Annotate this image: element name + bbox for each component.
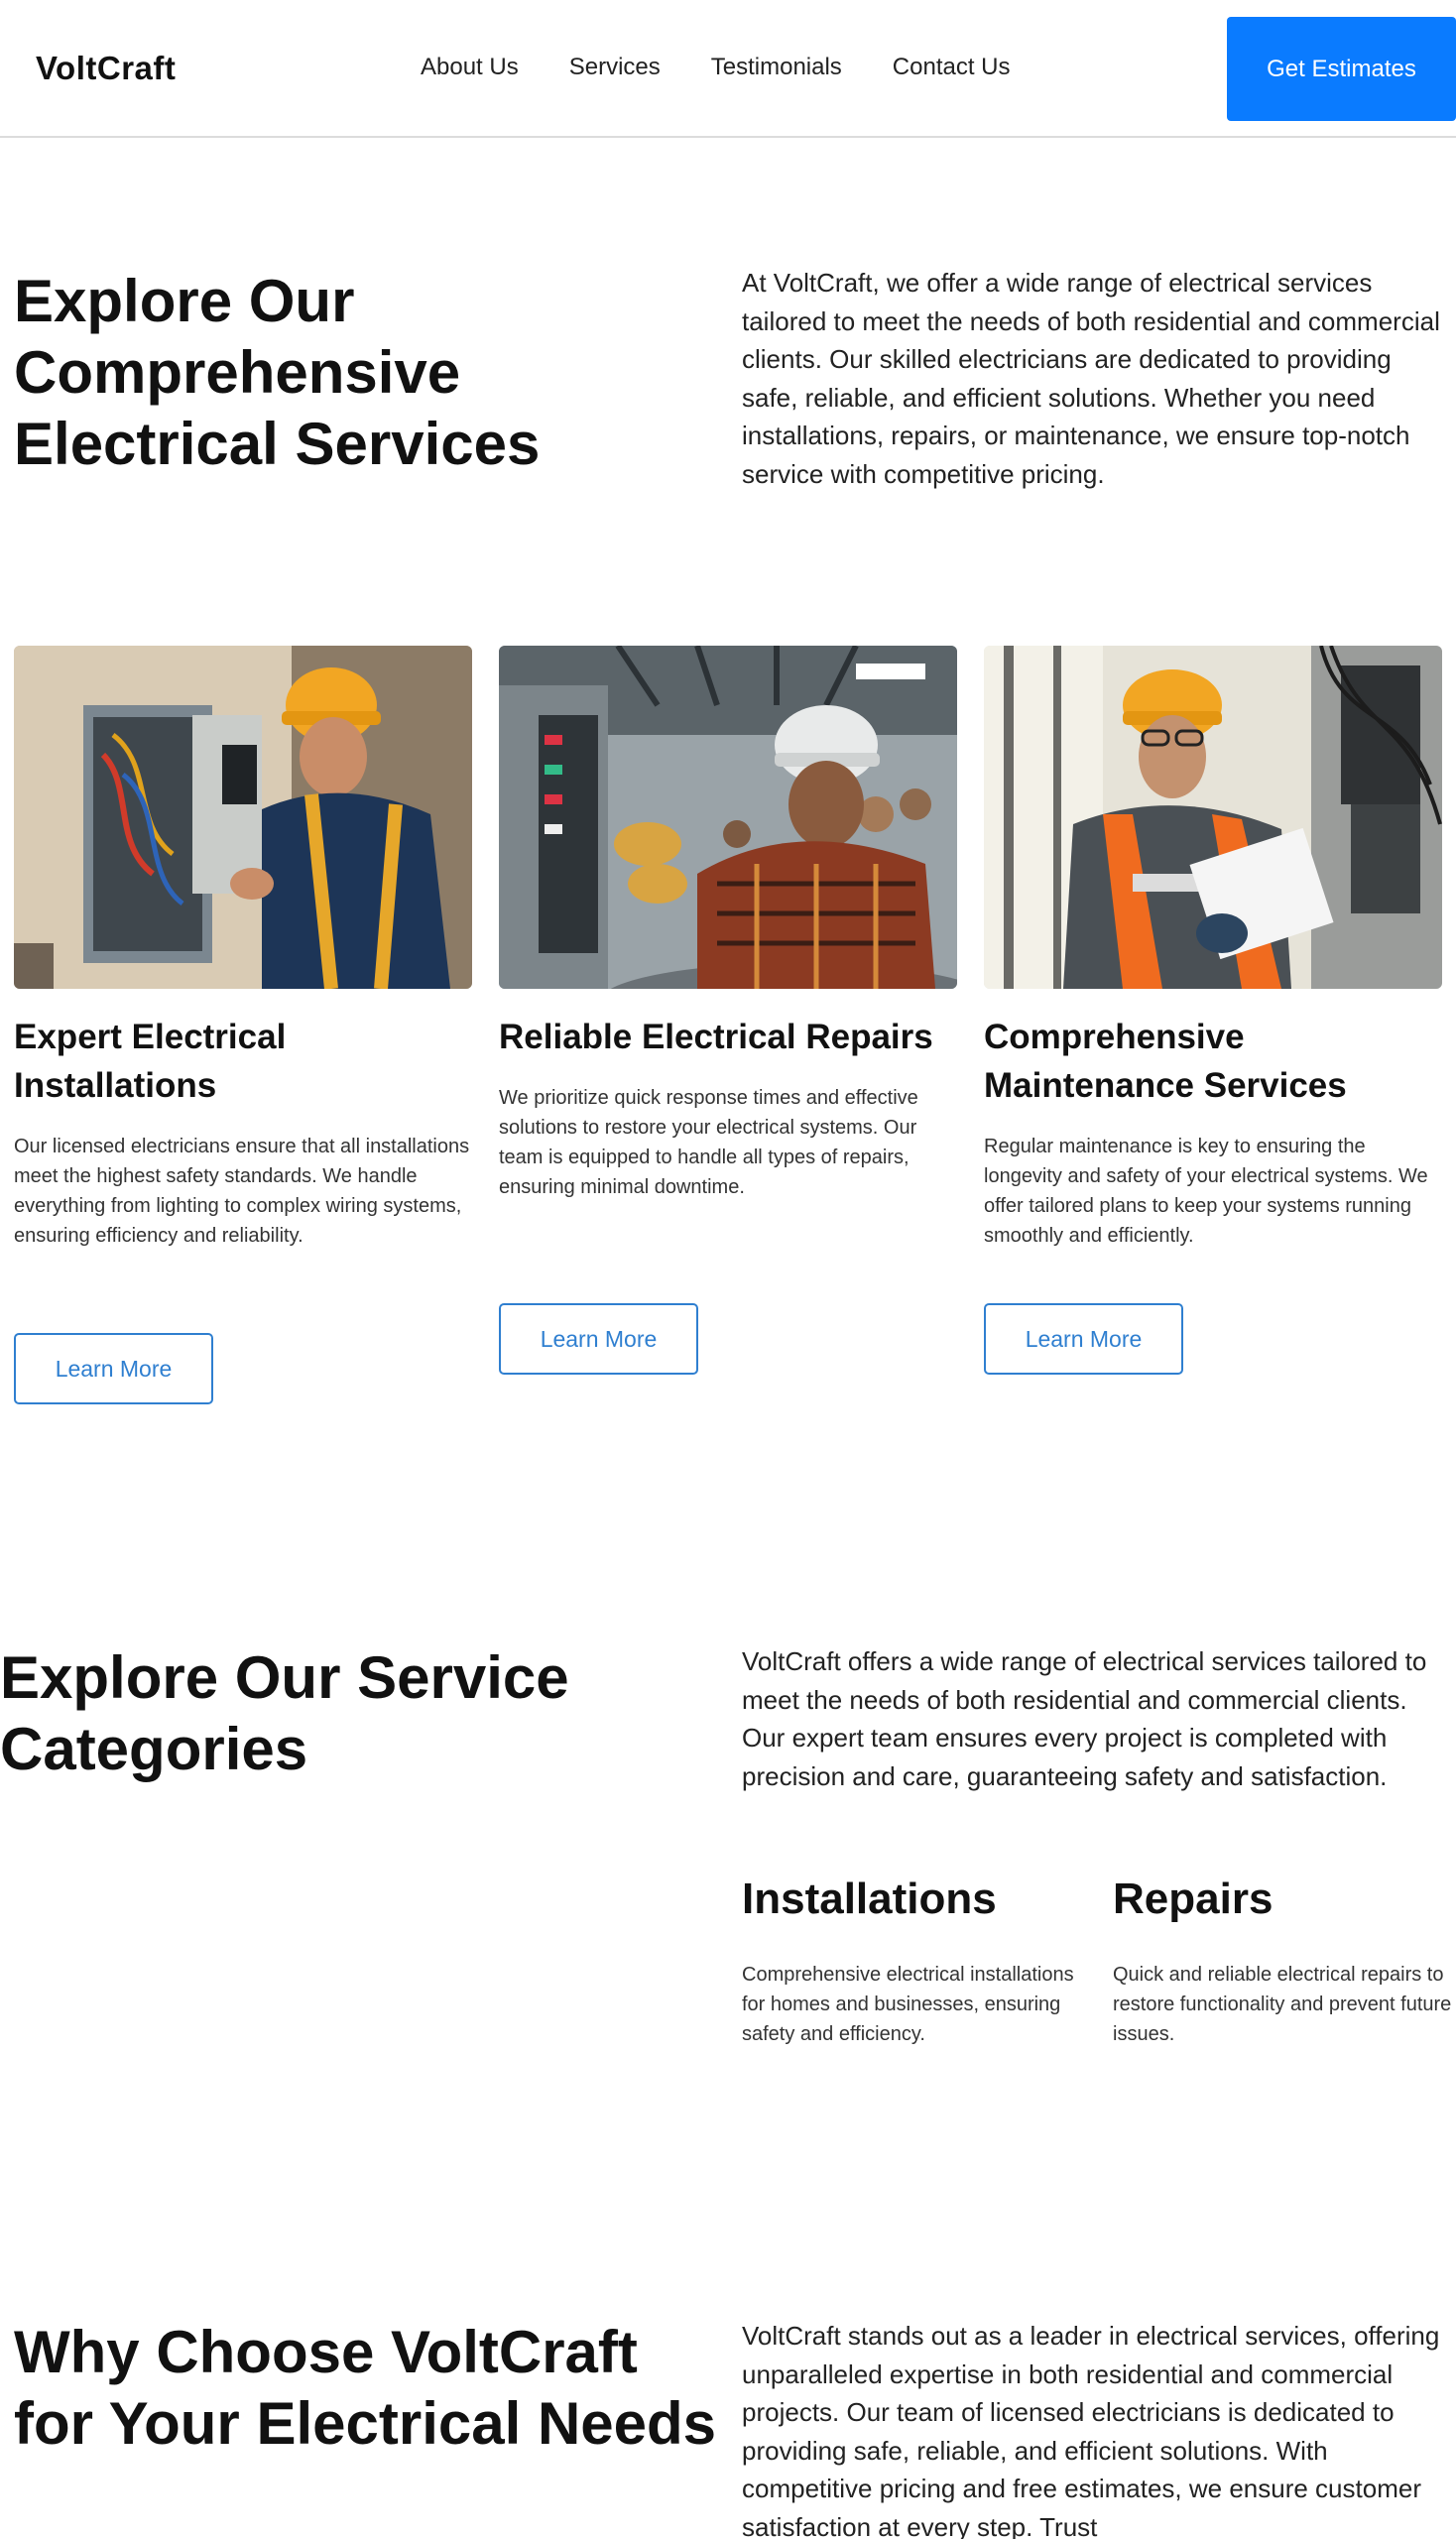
- card-description: Regular maintenance is key to ensuring t…: [984, 1136, 1428, 1247]
- card-description: We prioritize quick response times and e…: [499, 1087, 918, 1198]
- nav-link-about-us[interactable]: About Us: [421, 54, 519, 81]
- learn-more-button-maintenance[interactable]: Learn More: [984, 1303, 1183, 1375]
- categories-title: Explore Our Service Categories: [0, 1644, 569, 1782]
- learn-more-button-repairs[interactable]: Learn More: [499, 1303, 698, 1375]
- nav-link-testimonials[interactable]: Testimonials: [711, 54, 842, 81]
- hero-description: At VoltCraft, we offer a wide range of e…: [742, 268, 1440, 489]
- why-choose-title: Why Choose VoltCraft for Your Electrical…: [14, 2319, 717, 2457]
- card-description: Our licensed electricians ensure that al…: [14, 1136, 470, 1247]
- card-title: Expert Electrical Installations: [14, 1018, 287, 1105]
- nav-links: About Us Services Testimonials Contact U…: [421, 54, 1011, 81]
- category-description-installations: Comprehensive electrical installations f…: [742, 1964, 1074, 2045]
- top-navbar: VoltCraft About Us Services Testimonials…: [0, 0, 1456, 138]
- why-choose-description: VoltCraft stands out as a leader in elec…: [742, 2321, 1440, 2539]
- nav-link-services[interactable]: Services: [569, 54, 661, 81]
- photo-electrician-repairing-panel: [499, 646, 957, 989]
- category-description-repairs: Quick and reliable electrical repairs to…: [1113, 1964, 1452, 2045]
- category-title-repairs: Repairs: [1113, 1874, 1274, 1923]
- service-card-repairs: Reliable Electrical Repairs We prioritiz…: [499, 646, 957, 1202]
- category-title-installations: Installations: [742, 1874, 997, 1923]
- service-card-installations: Expert Electrical Installations Our lice…: [14, 646, 472, 1251]
- hero-title: Explore Our Comprehensive Electrical Ser…: [14, 268, 541, 477]
- card-title: Comprehensive Maintenance Services: [984, 1018, 1347, 1105]
- service-card-maintenance: Comprehensive Maintenance Services Regul…: [984, 646, 1442, 1251]
- logo[interactable]: VoltCraft: [36, 50, 176, 87]
- card-title: Reliable Electrical Repairs: [499, 1018, 933, 1056]
- get-estimates-button[interactable]: Get Estimates: [1227, 17, 1456, 121]
- photo-electrician-installing-panel: [14, 646, 472, 989]
- photo-electrician-maintenance-clipboard: [984, 646, 1442, 989]
- learn-more-button-installations[interactable]: Learn More: [14, 1333, 213, 1404]
- nav-link-contact-us[interactable]: Contact Us: [893, 54, 1011, 81]
- categories-description: VoltCraft offers a wide range of electri…: [742, 1646, 1427, 1791]
